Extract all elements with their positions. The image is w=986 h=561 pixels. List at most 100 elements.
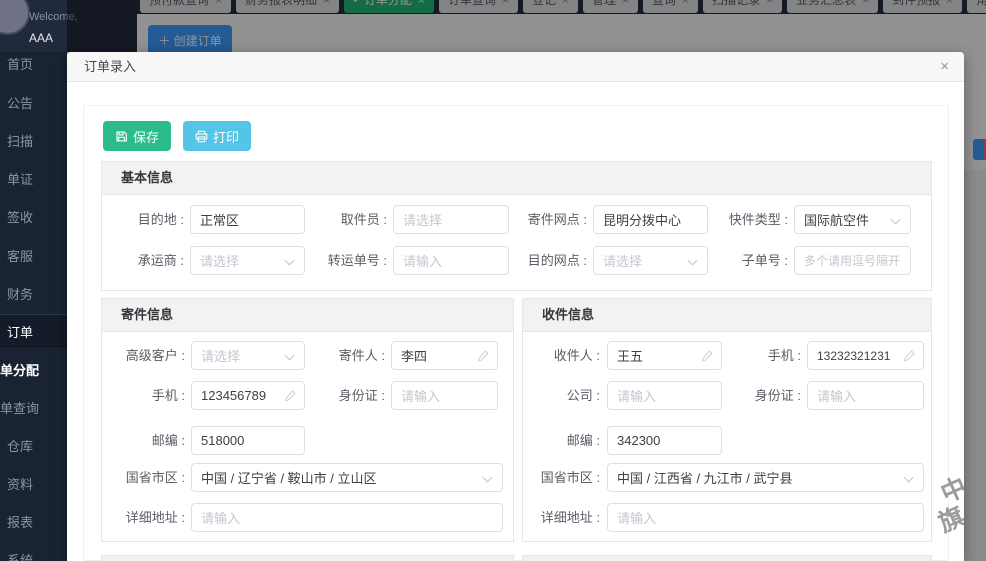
recipient-address-label: 详细地址 : [523,503,600,532]
sidebar-item-home[interactable]: 首页 [7,54,33,73]
basic-info-section: 基本信息 目的地 : 正常区 取件员 : 请选择 寄件网点 : 昆明分拨中心 快… [101,161,932,291]
recipient-company-input[interactable]: 请输入 [607,381,722,410]
sender-id-label: 身份证 : [286,381,385,410]
chevron-down-icon [891,215,901,225]
express-type-value: 国际航空件 [804,210,869,229]
destination-input[interactable]: 正常区 [190,205,305,234]
modal-header: 订单录入 × [67,52,964,82]
sender-id-placeholder: 请输入 [401,386,440,405]
sender-zip-label: 邮编 : [104,426,185,455]
next-section-left-stub [101,555,514,561]
recipient-name-label: 收件人 : [523,341,600,370]
sidebar-item-service[interactable]: 客服 [7,246,33,265]
sidebar-item-scan[interactable]: 扫描 [7,131,33,150]
transfer-no-placeholder: 请输入 [403,251,442,270]
sidebar: 首页 公告 扫描 单证 签收 客服 财务 订单 单分配 单查询 仓库 资料 报表… [0,52,67,561]
recipient-zip-label: 邮编 : [523,426,600,455]
edit-icon [477,349,490,362]
sender-phone-label: 手机 : [104,381,185,410]
recipient-phone-input[interactable]: 13232321231 [807,341,924,370]
sender-name-input[interactable]: 李四 [391,341,498,370]
save-button[interactable]: 保存 [103,121,171,151]
sub-no-label: 子单号 : [690,246,788,275]
sidebar-item-documents[interactable]: 单证 [7,169,33,188]
destination-value: 正常区 [200,210,239,229]
basic-info-header: 基本信息 [102,162,931,195]
recipient-id-input[interactable]: 请输入 [807,381,924,410]
basic-info-title: 基本信息 [102,162,931,194]
sidebar-item-order-assign[interactable]: 单分配 [0,360,39,379]
sidebar-item-notice[interactable]: 公告 [7,93,33,112]
chevron-down-icon [904,473,914,483]
sender-info-header: 寄件信息 [102,299,513,332]
username-text: AAA [29,31,53,45]
sender-address-label: 详细地址 : [104,503,185,532]
recipient-info-header: 收件信息 [523,299,931,332]
picker-placeholder: 请选择 [403,210,442,229]
sidebar-item-order-query[interactable]: 单查询 [0,398,39,417]
recipient-phone-value: 13232321231 [817,349,890,363]
recipient-region-select[interactable]: 中国 / 江西省 / 九江市 / 武宁县 [607,463,924,492]
avatar[interactable] [0,0,30,35]
recipient-zip-value: 342300 [617,433,660,448]
save-button-label: 保存 [133,127,159,146]
recipient-address-placeholder: 请输入 [617,508,656,527]
carrier-placeholder: 请选择 [200,251,239,270]
modal-title: 订单录入 [84,52,136,82]
edit-icon [701,349,714,362]
sender-zip-value: 518000 [201,433,244,448]
sender-region-label: 国省市区 : [104,463,185,492]
sidebar-item-finance[interactable]: 财务 [7,284,33,303]
sidebar-item-data[interactable]: 资料 [7,474,33,493]
vip-customer-placeholder: 请选择 [201,346,240,365]
dest-branch-placeholder: 请选择 [603,251,642,270]
print-button-label: 打印 [213,127,239,146]
sidebar-item-sign[interactable]: 签收 [7,207,33,226]
carrier-select[interactable]: 请选择 [190,246,305,275]
sender-region-value: 中国 / 辽宁省 / 鞍山市 / 立山区 [201,468,377,487]
print-button[interactable]: 打印 [183,121,251,151]
recipient-company-placeholder: 请输入 [617,386,656,405]
send-branch-value: 昆明分拨中心 [603,210,681,229]
recipient-phone-label: 手机 : [728,341,801,370]
recipient-info-section: 收件信息 收件人 : 王五 手机 : 13232321231 公司 : 请输入 … [522,298,932,542]
recipient-name-input[interactable]: 王五 [607,341,722,370]
sender-info-title: 寄件信息 [102,299,513,331]
sender-region-select[interactable]: 中国 / 辽宁省 / 鞍山市 / 立山区 [191,463,503,492]
express-type-select[interactable]: 国际航空件 [794,205,911,234]
close-icon[interactable]: × [940,52,949,82]
save-icon [115,130,128,143]
dest-branch-label: 目的网点 : [490,246,587,275]
recipient-name-value: 王五 [617,346,643,365]
chevron-down-icon [483,473,493,483]
order-entry-modal: 订单录入 × 保存 打印 基本信息 目的地 : 正常区 取件员 : 请选择 寄件… [67,52,964,561]
sender-zip-input[interactable]: 518000 [191,426,305,455]
transfer-no-label: 转运单号 : [290,246,387,275]
sidebar-item-warehouse[interactable]: 仓库 [7,436,33,455]
picker-label: 取件员 : [290,205,387,234]
edit-icon [903,349,916,362]
vip-customer-label: 高级客户 : [104,341,185,370]
sender-address-placeholder: 请输入 [201,508,240,527]
carrier-label: 承运商 : [108,246,184,275]
sub-no-placeholder: 多个请用逗号隔开 [804,252,900,269]
recipient-id-label: 身份证 : [728,381,801,410]
print-icon [195,130,208,143]
sender-info-section: 寄件信息 高级客户 : 请选择 寄件人 : 李四 手机 : 123456789 … [101,298,514,542]
recipient-region-label: 国省市区 : [523,463,600,492]
sub-no-input[interactable]: 多个请用逗号隔开 [794,246,911,275]
recipient-company-label: 公司 : [523,381,600,410]
sidebar-item-system[interactable]: 系统 [7,550,33,561]
send-branch-label: 寄件网点 : [490,205,587,234]
sender-id-input[interactable]: 请输入 [391,381,498,410]
sidebar-item-report[interactable]: 报表 [7,512,33,531]
recipient-address-input[interactable]: 请输入 [607,503,924,532]
sidebar-item-order[interactable]: 订单 [7,322,33,341]
sender-phone-value: 123456789 [201,388,266,403]
next-section-right-stub [522,555,932,561]
recipient-region-value: 中国 / 江西省 / 九江市 / 武宁县 [617,468,793,487]
sender-address-input[interactable]: 请输入 [191,503,503,532]
express-type-label: 快件类型 : [690,205,788,234]
sender-name-label: 寄件人 : [286,341,385,370]
recipient-zip-input[interactable]: 342300 [607,426,722,455]
